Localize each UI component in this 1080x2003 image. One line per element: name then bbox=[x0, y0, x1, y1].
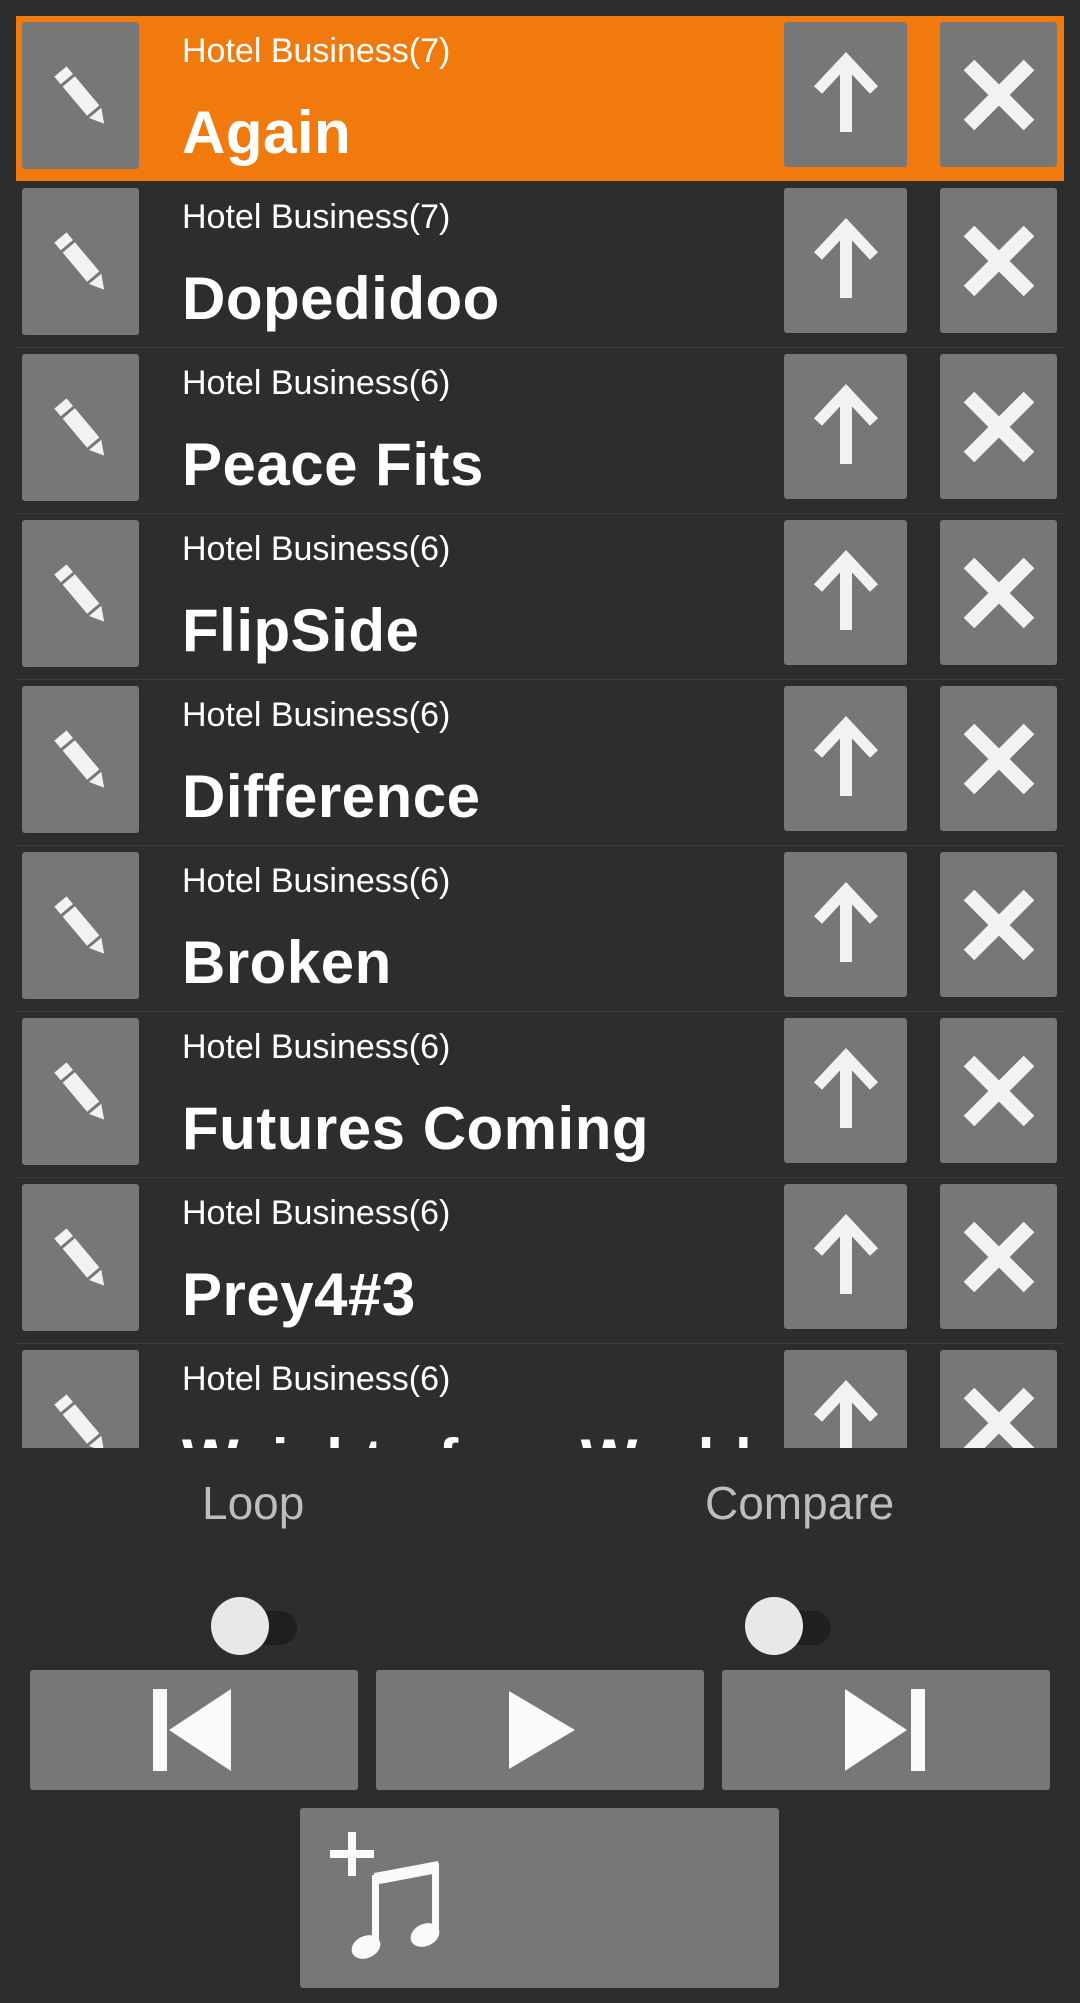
close-icon bbox=[963, 391, 1034, 462]
track-album: Hotel Business(6) bbox=[182, 364, 451, 402]
track-album: Hotel Business(6) bbox=[182, 1194, 451, 1232]
track-row[interactable]: Hotel Business(6) Weight of my World bbox=[16, 1344, 1064, 1448]
close-icon bbox=[963, 723, 1034, 794]
track-row[interactable]: Hotel Business(7) Again bbox=[16, 16, 1064, 181]
track-title: Peace Fits bbox=[182, 431, 484, 498]
arrow-up-icon bbox=[813, 549, 878, 630]
move-up-button[interactable] bbox=[784, 1018, 907, 1163]
pencil-icon bbox=[53, 231, 104, 290]
edit-button[interactable] bbox=[22, 22, 139, 169]
track-row[interactable]: Hotel Business(6) Prey4#3 bbox=[16, 1178, 1064, 1344]
arrow-up-icon bbox=[813, 1379, 878, 1448]
track-album: Hotel Business(6) bbox=[182, 862, 451, 900]
move-up-button[interactable] bbox=[784, 22, 907, 167]
pencil-icon bbox=[53, 1227, 104, 1286]
edit-button[interactable] bbox=[22, 1018, 139, 1165]
track-album: Hotel Business(7) bbox=[182, 198, 451, 236]
close-icon bbox=[963, 1055, 1034, 1126]
remove-button[interactable] bbox=[940, 686, 1057, 831]
edit-button[interactable] bbox=[22, 520, 139, 667]
track-title: Difference bbox=[182, 763, 481, 830]
remove-button[interactable] bbox=[940, 354, 1057, 499]
skip-next-icon bbox=[845, 1689, 925, 1771]
remove-button[interactable] bbox=[940, 1018, 1057, 1163]
pencil-icon bbox=[53, 65, 104, 124]
track-album: Hotel Business(6) bbox=[182, 1360, 451, 1398]
add-music-icon bbox=[330, 1832, 440, 1959]
close-icon bbox=[963, 59, 1034, 130]
move-up-button[interactable] bbox=[784, 520, 907, 665]
remove-button[interactable] bbox=[940, 520, 1057, 665]
add-music-button[interactable] bbox=[300, 1808, 779, 1988]
track-title: Broken bbox=[182, 929, 392, 996]
loop-toggle-knob bbox=[211, 1597, 269, 1655]
edit-button[interactable] bbox=[22, 686, 139, 833]
remove-button[interactable] bbox=[940, 22, 1057, 167]
track-row[interactable]: Hotel Business(7) Dopedidoo bbox=[16, 182, 1064, 348]
track-title: Dopedidoo bbox=[182, 265, 500, 332]
pencil-icon bbox=[53, 397, 104, 456]
track-row[interactable]: Hotel Business(6) Difference bbox=[16, 680, 1064, 846]
track-title: Prey4#3 bbox=[182, 1261, 416, 1328]
play-icon bbox=[509, 1691, 575, 1769]
pencil-icon bbox=[53, 895, 104, 954]
edit-button[interactable] bbox=[22, 354, 139, 501]
compare-toggle-knob bbox=[745, 1597, 803, 1655]
skip-previous-icon bbox=[153, 1689, 231, 1771]
compare-toggle[interactable] bbox=[745, 1597, 841, 1655]
pencil-icon bbox=[53, 1061, 104, 1120]
play-button[interactable] bbox=[376, 1670, 704, 1790]
close-icon bbox=[963, 225, 1034, 296]
arrow-up-icon bbox=[813, 217, 878, 298]
remove-button[interactable] bbox=[940, 1184, 1057, 1329]
arrow-up-icon bbox=[813, 1047, 878, 1128]
next-button[interactable] bbox=[722, 1670, 1050, 1790]
move-up-button[interactable] bbox=[784, 852, 907, 997]
remove-button[interactable] bbox=[940, 852, 1057, 997]
arrow-up-icon bbox=[813, 51, 878, 132]
edit-button[interactable] bbox=[22, 188, 139, 335]
loop-label: Loop bbox=[202, 1477, 305, 1529]
edit-button[interactable] bbox=[22, 1350, 139, 1448]
arrow-up-icon bbox=[813, 715, 878, 796]
track-album: Hotel Business(6) bbox=[182, 1028, 451, 1066]
track-row[interactable]: Hotel Business(6) Futures Coming bbox=[16, 1012, 1064, 1178]
remove-button[interactable] bbox=[940, 188, 1057, 333]
track-title: Again bbox=[182, 99, 352, 166]
close-icon bbox=[963, 1387, 1034, 1448]
pencil-icon bbox=[53, 563, 104, 622]
track-album: Hotel Business(6) bbox=[182, 530, 451, 568]
track-title: Weight of my World bbox=[182, 1426, 752, 1448]
pencil-icon bbox=[53, 729, 104, 788]
loop-toggle[interactable] bbox=[211, 1597, 307, 1655]
compare-label: Compare bbox=[705, 1477, 895, 1529]
close-icon bbox=[963, 557, 1034, 628]
move-up-button[interactable] bbox=[784, 354, 907, 499]
arrow-up-icon bbox=[813, 383, 878, 464]
pencil-icon bbox=[53, 1393, 104, 1448]
move-up-button[interactable] bbox=[784, 1184, 907, 1329]
previous-button[interactable] bbox=[30, 1670, 358, 1790]
edit-button[interactable] bbox=[22, 852, 139, 999]
arrow-up-icon bbox=[813, 1213, 878, 1294]
close-icon bbox=[963, 1221, 1034, 1292]
arrow-up-icon bbox=[813, 881, 878, 962]
move-up-button[interactable] bbox=[784, 188, 907, 333]
track-row[interactable]: Hotel Business(6) Broken bbox=[16, 846, 1064, 1012]
track-row[interactable]: Hotel Business(6) FlipSide bbox=[16, 514, 1064, 680]
close-icon bbox=[963, 889, 1034, 960]
remove-button[interactable] bbox=[940, 1350, 1057, 1448]
track-album: Hotel Business(7) bbox=[182, 32, 451, 70]
move-up-button[interactable] bbox=[784, 1350, 907, 1448]
move-up-button[interactable] bbox=[784, 686, 907, 831]
track-title: FlipSide bbox=[182, 597, 420, 664]
track-album: Hotel Business(6) bbox=[182, 696, 451, 734]
track-list[interactable]: Hotel Business(7) Again Hotel Business(7… bbox=[16, 16, 1064, 1448]
track-title: Futures Coming bbox=[182, 1095, 649, 1162]
edit-button[interactable] bbox=[22, 1184, 139, 1331]
track-row[interactable]: Hotel Business(6) Peace Fits bbox=[16, 348, 1064, 514]
